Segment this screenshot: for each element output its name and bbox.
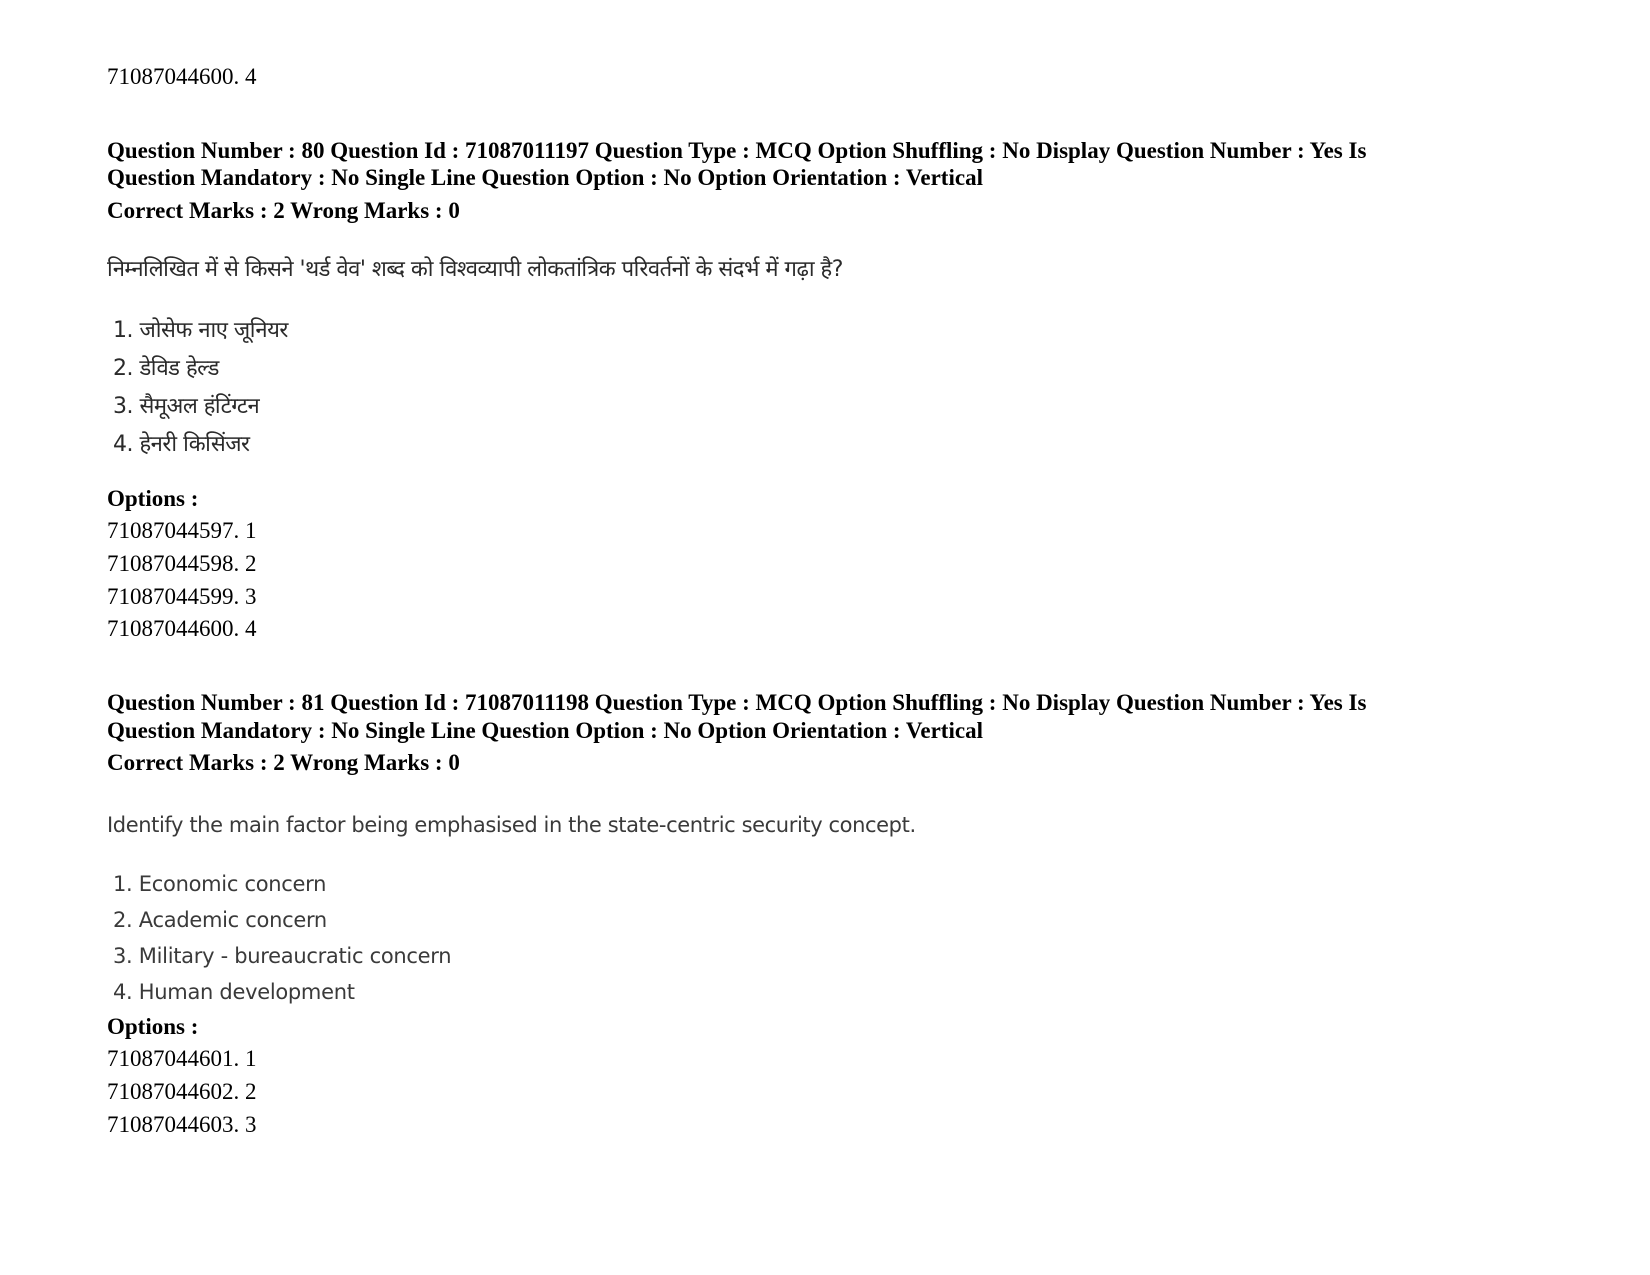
choice-item: 2. डेविड हेल्ड <box>113 356 219 381</box>
choice-list: 1. Economic concern 2. Academic concern … <box>107 866 452 1010</box>
question-meta-line1: Question Number : 81 Question Id : 71087… <box>107 690 1367 715</box>
option-id-line: 71087044597. 1 <box>107 518 257 543</box>
choice-item: 4. Human development <box>113 980 355 1004</box>
option-id-line: 71087044603. 3 <box>107 1112 257 1137</box>
option-id-line: 71087044598. 2 <box>107 551 257 576</box>
question-text: निम्नलिखित में से किसने 'थर्ड वेव' शब्द … <box>107 257 843 282</box>
marks-line: Correct Marks : 2 Wrong Marks : 0 <box>107 750 460 775</box>
question-meta-line2: Question Mandatory : No Single Line Ques… <box>107 718 983 743</box>
choice-item: 3. Military - bureaucratic concern <box>113 944 452 968</box>
choice-item: 1. जोसेफ नाए जूनियर <box>113 318 288 343</box>
choice-list: 1. जोसेफ नाए जूनियर 2. डेविड हेल्ड 3. सै… <box>107 312 288 464</box>
marks-line: Correct Marks : 2 Wrong Marks : 0 <box>107 198 460 223</box>
choice-item: 1. Economic concern <box>113 872 327 896</box>
choice-item: 3. सैमूअल हंटिंग्टन <box>113 394 260 419</box>
choice-item: 4. हेनरी किसिंजर <box>113 432 250 457</box>
option-id-line: 71087044599. 3 <box>107 584 257 609</box>
options-label: Options : <box>107 486 199 511</box>
question-text: Identify the main factor being emphasise… <box>107 813 916 837</box>
question-meta-line2: Question Mandatory : No Single Line Ques… <box>107 165 983 190</box>
previous-option-line: 71087044600. 4 <box>107 64 257 89</box>
option-id-line: 71087044600. 4 <box>107 616 257 641</box>
option-id-line: 71087044601. 1 <box>107 1046 257 1071</box>
option-id-line: 71087044602. 2 <box>107 1079 257 1104</box>
question-meta-line1: Question Number : 80 Question Id : 71087… <box>107 138 1367 163</box>
options-label: Options : <box>107 1014 199 1039</box>
choice-item: 2. Academic concern <box>113 908 327 932</box>
